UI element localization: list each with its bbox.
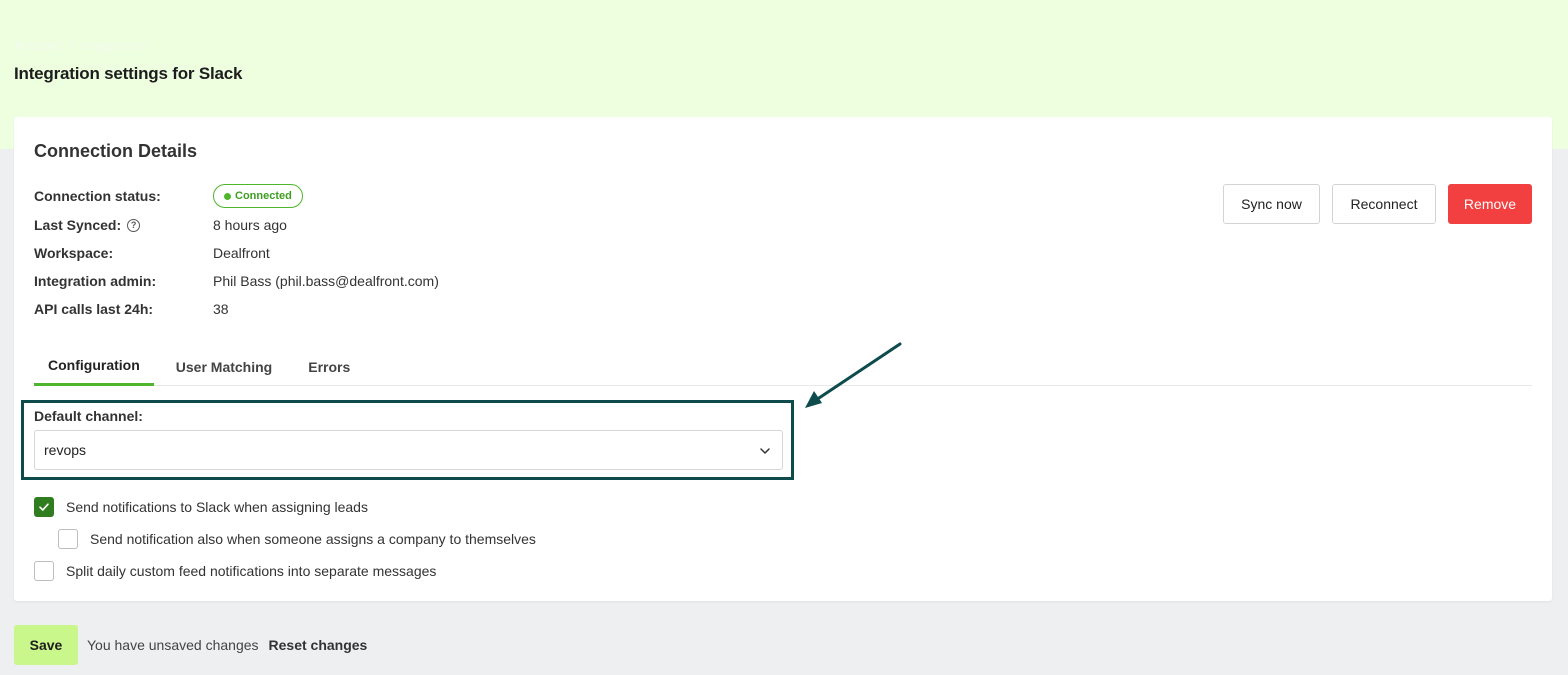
notify-self-assign-label: Send notification also when someone assi… — [90, 531, 536, 547]
api-calls-row: API calls last 24h: 38 — [34, 301, 229, 317]
status-dot-icon — [224, 192, 231, 200]
tab-user-matching[interactable]: User Matching — [154, 347, 286, 386]
workspace-row: Workspace: Dealfront — [34, 245, 270, 261]
remove-button[interactable]: Remove — [1448, 184, 1532, 224]
page-title: Integration settings for Slack — [14, 64, 243, 83]
tab-configuration[interactable]: Configuration — [34, 347, 154, 386]
default-channel-select[interactable]: revops — [34, 430, 783, 470]
unsaved-changes-text: You have unsaved changes — [87, 637, 259, 653]
status-badge-text: Connected — [235, 190, 292, 202]
integration-admin-value: Phil Bass (phil.bass@dealfront.com) — [213, 273, 439, 289]
integration-admin-row: Integration admin: Phil Bass (phil.bass@… — [34, 273, 439, 289]
integration-admin-label: Integration admin: — [34, 273, 157, 289]
check-icon — [39, 503, 49, 511]
sync-now-button[interactable]: Sync now — [1223, 184, 1320, 224]
api-calls-value: 38 — [213, 301, 229, 317]
help-circle-icon[interactable]: ? — [127, 218, 141, 232]
breadcrumb-account[interactable]: Account — [14, 38, 61, 53]
default-channel-label: Default channel: — [34, 408, 143, 424]
tab-bar: Configuration User Matching Errors — [34, 347, 1532, 386]
annotation-arrow-icon — [805, 342, 902, 408]
breadcrumb: Account / Integrations — [14, 38, 149, 53]
reset-changes-link[interactable]: Reset changes — [269, 637, 368, 653]
split-feed-checkbox[interactable] — [34, 561, 54, 581]
status-badge: Connected — [213, 184, 303, 208]
split-feed-label: Split daily custom feed notifications in… — [66, 563, 437, 579]
save-button[interactable]: Save — [14, 625, 78, 665]
last-synced-value: 8 hours ago — [213, 217, 287, 233]
notify-self-assign-checkbox[interactable] — [58, 529, 78, 549]
chevron-down-icon — [760, 448, 770, 454]
workspace-value: Dealfront — [213, 245, 270, 261]
tab-errors[interactable]: Errors — [286, 347, 364, 386]
connection-details-title: Connection Details — [34, 141, 198, 161]
workspace-label: Workspace: — [34, 245, 114, 261]
connection-card: Connection Details Connection status: Co… — [14, 117, 1552, 601]
breadcrumb-integrations[interactable]: Integrations — [81, 38, 149, 53]
connection-status-row: Connection status: Connected — [34, 184, 303, 208]
split-feed-row[interactable]: Split daily custom feed notifications in… — [34, 561, 436, 581]
breadcrumb-separator: / — [68, 38, 73, 53]
reconnect-button[interactable]: Reconnect — [1332, 184, 1436, 224]
notify-assign-row[interactable]: Send notifications to Slack when assigni… — [34, 497, 368, 517]
connection-status-label: Connection status: — [34, 188, 161, 204]
notify-assign-checkbox[interactable] — [34, 497, 54, 517]
notify-assign-label: Send notifications to Slack when assigni… — [66, 499, 368, 515]
last-synced-row: Last Synced: ? 8 hours ago — [34, 217, 287, 233]
footer-bar: Save You have unsaved changes Reset chan… — [14, 625, 367, 665]
default-channel-value: revops — [44, 442, 87, 458]
notify-self-assign-row[interactable]: Send notification also when someone assi… — [58, 529, 536, 549]
api-calls-label: API calls last 24h: — [34, 301, 154, 317]
last-synced-label-group: Last Synced: ? — [34, 217, 213, 233]
last-synced-label: Last Synced: — [34, 217, 122, 233]
